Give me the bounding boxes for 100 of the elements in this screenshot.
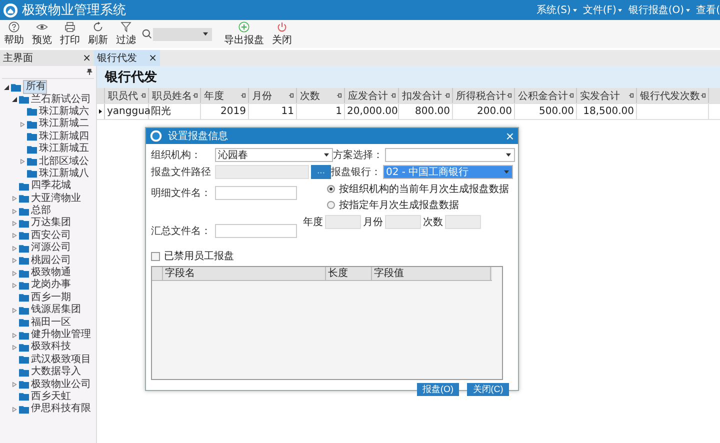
tree-item[interactable]: 极致科技 bbox=[31, 341, 71, 354]
column-header[interactable]: 字段名 bbox=[163, 267, 326, 280]
close-icon[interactable]: × bbox=[148, 52, 157, 64]
tree-item[interactable]: 西乡一期 bbox=[31, 292, 71, 304]
filter-icon bbox=[120, 21, 132, 33]
dialog-button[interactable]: 关闭(C) bbox=[467, 383, 509, 396]
menu-item[interactable]: 查看( bbox=[696, 3, 720, 17]
column-header[interactable]: 年度 bbox=[201, 88, 249, 103]
close-icon[interactable]: × bbox=[82, 52, 91, 64]
logo-icon bbox=[150, 130, 162, 142]
tree-item[interactable]: 珠江新城六 bbox=[39, 106, 89, 118]
tree-item[interactable]: 四季花城 bbox=[31, 180, 71, 192]
field-label: 组织机构： bbox=[151, 148, 202, 162]
table-cell: 20,000.00 bbox=[345, 104, 399, 119]
org-select[interactable]: 沁园春 bbox=[215, 148, 333, 162]
expander-icon[interactable] bbox=[4, 84, 9, 90]
tree-item[interactable]: 北部区域公 bbox=[39, 156, 89, 168]
tree-item[interactable]: 大亚湾物业 bbox=[31, 192, 81, 205]
field-label: 次数 bbox=[423, 216, 443, 229]
table-cell: 18,500.00 bbox=[577, 104, 637, 119]
tree-item[interactable]: 所有 bbox=[23, 80, 47, 94]
tab[interactable]: 主界面 × bbox=[0, 50, 94, 66]
column-header[interactable]: 所得税合计 bbox=[453, 88, 515, 103]
radio-button[interactable] bbox=[327, 201, 335, 209]
tree-item[interactable]: 珠江新城二 bbox=[39, 118, 89, 130]
toolbar-button[interactable]: 刷新 bbox=[86, 20, 110, 48]
radio-button[interactable] bbox=[327, 185, 335, 193]
tree-item[interactable]: 大数据导入 bbox=[31, 366, 81, 378]
tree-item[interactable]: 河源公司 bbox=[31, 242, 71, 254]
detail-file-field[interactable] bbox=[215, 186, 297, 200]
caret-icon bbox=[572, 8, 577, 12]
column-header[interactable]: 银行代发次数 bbox=[637, 88, 709, 103]
pin-icon[interactable] bbox=[701, 93, 706, 98]
column-header[interactable]: 次数 bbox=[297, 88, 345, 103]
summary-file-field[interactable] bbox=[215, 224, 297, 238]
column-header[interactable]: 公积金合计 bbox=[515, 88, 577, 103]
toolbar-button[interactable]: 过滤 bbox=[114, 20, 138, 48]
pin-icon[interactable] bbox=[289, 93, 294, 98]
window-title: 极致物业管理系统 bbox=[22, 2, 126, 19]
tab[interactable]: 银行代发 × bbox=[94, 50, 160, 66]
tree-item[interactable]: 龙岗办事 bbox=[31, 279, 71, 292]
tree-item[interactable]: 珠江新城五 bbox=[39, 143, 89, 156]
column-header[interactable]: 职员代 bbox=[105, 88, 149, 103]
tree-item[interactable]: 钱源居集团 bbox=[31, 304, 81, 316]
tree-item[interactable]: 极致物业公司 bbox=[31, 378, 91, 391]
tree-item[interactable]: 珠江新城八 bbox=[39, 168, 89, 180]
radio-label: 按指定年月次生成报盘数据 bbox=[339, 198, 459, 212]
pin-icon[interactable] bbox=[241, 93, 246, 98]
checkbox[interactable] bbox=[151, 252, 160, 260]
pin-icon[interactable] bbox=[141, 93, 146, 98]
pin-icon[interactable] bbox=[193, 93, 198, 98]
power-icon bbox=[276, 21, 288, 33]
tree-item[interactable]: 总部 bbox=[31, 205, 51, 218]
tree-item[interactable]: 极致物通 bbox=[31, 267, 71, 280]
field-label: 报盘文件路径 bbox=[151, 166, 212, 179]
pin-icon[interactable] bbox=[507, 93, 512, 98]
plus-icon bbox=[238, 21, 250, 33]
column-header[interactable]: 应发合计 bbox=[345, 88, 399, 103]
tree-item[interactable]: 健升物业管理 bbox=[31, 329, 91, 341]
tree-item[interactable]: 伊思科技有限 bbox=[31, 403, 91, 416]
tree-item[interactable]: 西乡天虹 bbox=[31, 390, 71, 403]
tree-item[interactable]: 珠江新城四 bbox=[39, 130, 89, 143]
tree-item[interactable]: 西安公司 bbox=[31, 230, 71, 242]
column-header[interactable]: 实发合计 bbox=[577, 88, 637, 103]
expander-icon[interactable] bbox=[12, 97, 17, 102]
menu-item[interactable]: 系统(S) bbox=[536, 3, 577, 17]
tree-item[interactable]: 万达集团 bbox=[31, 217, 71, 230]
menu-item[interactable]: 文件(F) bbox=[582, 3, 622, 17]
dialog-button[interactable]: 报盘(O) bbox=[417, 383, 459, 396]
column-header[interactable]: 月份 bbox=[249, 88, 297, 103]
scheme-select[interactable] bbox=[385, 148, 515, 162]
caret-icon bbox=[203, 32, 208, 36]
column-header[interactable]: 字段值 bbox=[372, 267, 491, 280]
pin-icon[interactable] bbox=[391, 93, 396, 98]
close-button[interactable]: × bbox=[502, 128, 518, 144]
caret-icon bbox=[504, 170, 509, 174]
toolbar-button[interactable]: 打印 bbox=[58, 20, 82, 48]
pin-icon[interactable] bbox=[569, 93, 574, 98]
page-title: 银行代发 bbox=[105, 69, 157, 86]
column-header[interactable]: 扣发合计 bbox=[399, 88, 453, 103]
tree-item[interactable]: 桃园公司 bbox=[31, 254, 71, 267]
tree-item[interactable]: 武汉极致项目 bbox=[31, 354, 91, 366]
help-icon bbox=[8, 21, 20, 33]
toolbar-button[interactable]: 关闭 bbox=[270, 20, 294, 48]
pin-icon[interactable] bbox=[629, 93, 634, 98]
menu-item[interactable]: 银行报盘(O) bbox=[628, 3, 690, 17]
column-header[interactable]: 长度 bbox=[326, 267, 372, 280]
pin-icon[interactable] bbox=[337, 93, 342, 98]
pin-icon[interactable] bbox=[86, 68, 93, 75]
toolbar-button[interactable]: 帮助 bbox=[2, 20, 26, 48]
checkbox-label: 已禁用员工报盘 bbox=[164, 250, 234, 263]
field-label: 年度 bbox=[303, 216, 323, 229]
toolbar-button[interactable]: 导出报盘 bbox=[222, 20, 266, 48]
field-label: 方案选择： bbox=[333, 148, 384, 162]
table-cell: 500.00 bbox=[515, 104, 577, 119]
tree-item[interactable]: 福田一区 bbox=[31, 316, 71, 329]
tree-item[interactable]: 兰石新试公司 bbox=[31, 94, 91, 106]
toolbar-button[interactable]: 预览 bbox=[30, 20, 54, 48]
column-header[interactable]: 职员姓名 bbox=[149, 88, 201, 103]
pin-icon[interactable] bbox=[445, 93, 450, 98]
